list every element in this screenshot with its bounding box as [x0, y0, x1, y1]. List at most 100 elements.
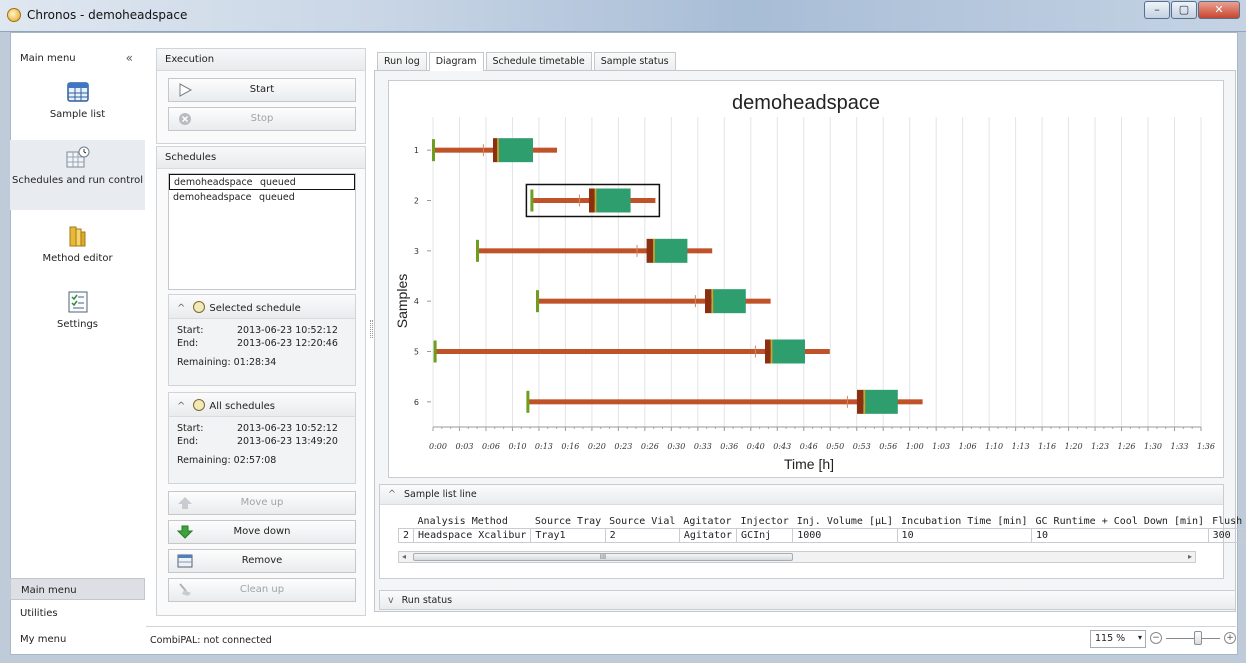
nav-item-sample-list[interactable]: Sample list [10, 80, 145, 132]
column-header[interactable]: Inj. Volume [µL] [793, 515, 897, 529]
table-row[interactable]: 2 Headspace Xcalibur Tray1 2 Agitator GC… [397, 528, 1246, 543]
collapse-icon[interactable]: « [126, 51, 133, 65]
column-header[interactable]: Injector [737, 515, 793, 529]
incubation-bar [653, 238, 688, 263]
execution-header: Execution [157, 49, 365, 71]
zoom-out-icon[interactable]: − [1150, 632, 1162, 644]
table-cell[interactable]: 300 [1207, 528, 1246, 543]
schedule-status: queued [260, 177, 296, 188]
scroll-right-icon[interactable]: ▸ [1188, 552, 1192, 561]
schedule-row[interactable]: demoheadspace queued [169, 190, 355, 206]
y-tick-label: 6 [414, 398, 419, 407]
x-tick-label: 0:30 [667, 442, 685, 451]
column-header[interactable] [399, 515, 414, 529]
scroll-left-icon[interactable]: ◂ [402, 552, 406, 561]
table-cell[interactable]: GCInj [736, 528, 794, 543]
panel-splitter[interactable] [370, 320, 373, 338]
column-header[interactable]: Incubation Time [min] [897, 515, 1031, 529]
table-cell[interactable]: Headspace Xcalibur [413, 528, 532, 543]
maximize-button[interactable]: ▢ [1171, 1, 1197, 19]
nav-item-label: Schedules and run control [12, 175, 143, 186]
table-cell[interactable]: Agitator [678, 528, 738, 543]
title-bar: Chronos - demoheadspace – ▢ ✕ [0, 0, 1246, 32]
schedule-status: queued [259, 192, 295, 203]
tab-run-log[interactable]: Run log [377, 52, 427, 70]
column-header[interactable]: Analysis Method [414, 515, 531, 529]
nav-main-menu[interactable]: Main menu [10, 578, 145, 600]
column-header[interactable]: Agitator [679, 515, 736, 529]
zoom-select[interactable]: 115 % ▾ [1090, 630, 1146, 648]
all-end: 2013-06-23 13:49:20 [237, 436, 338, 447]
sample-table[interactable]: Analysis Method Source Tray Source Vial … [397, 515, 1246, 543]
table-cell[interactable]: 2 [604, 528, 680, 543]
minimize-button[interactable]: – [1144, 1, 1170, 19]
nav-my-menu[interactable]: My menu [10, 628, 145, 650]
clean-up-button[interactable]: Clean up [168, 578, 356, 602]
chevron-up-icon[interactable]: ^ [177, 303, 185, 314]
x-tick-label: 1:23 [1091, 442, 1109, 451]
gantt-chart-svg[interactable]: demoheadspace Time [h] Samples 0:00 0:03 0… [389, 81, 1223, 477]
connection-status: CombiPAL: not connected [150, 635, 272, 646]
tab-sample-status[interactable]: Sample status [593, 52, 676, 70]
column-header[interactable]: Flush T [1208, 515, 1246, 529]
table-cell[interactable]: Tray1 [530, 528, 606, 543]
all-schedules-panel: ^ All schedules Start: 2013-06-23 10:52:12… [168, 392, 356, 484]
scroll-thumb[interactable]: III [413, 553, 793, 561]
arrow-up-icon [178, 497, 192, 509]
nav-header-label: Main menu [20, 53, 76, 64]
nav-item-method-editor[interactable]: Method editor [10, 224, 145, 274]
sample-list-line-title: Sample list line [403, 489, 477, 500]
start-button[interactable]: Start [168, 78, 356, 102]
table-cell[interactable]: 1000 [792, 528, 898, 543]
column-header[interactable]: Source Tray [531, 515, 605, 529]
schedule-name: demoheadspace [174, 177, 253, 188]
table-cell[interactable]: 10 [1030, 528, 1209, 543]
move-down-button[interactable]: Move down [168, 520, 356, 544]
stop-button[interactable]: Stop [168, 107, 356, 131]
all-schedules-header[interactable]: ^ All schedules [169, 393, 355, 417]
zoom-slider-thumb[interactable] [1194, 631, 1202, 645]
nav-item-label: Settings [56, 319, 98, 330]
chevron-up-icon[interactable]: ^ [388, 489, 396, 500]
zoom-in-icon[interactable]: + [1224, 632, 1236, 644]
x-tick-label: 1:33 [1171, 442, 1189, 451]
run-status-panel[interactable]: v Run status [379, 590, 1236, 610]
table-cell[interactable]: 2 [397, 528, 415, 543]
agitator-marker [705, 289, 712, 314]
y-tick-label: 2 [414, 197, 419, 206]
agitator-marker [646, 238, 653, 263]
selected-schedule-title: Selected schedule [209, 303, 301, 314]
selected-schedule-panel: ^ Selected schedule Start: 2013-06-23 10:5… [168, 294, 356, 386]
tab-diagram[interactable]: Diagram [428, 52, 484, 71]
sample-list-line-header[interactable]: ^ Sample list line [380, 485, 1223, 505]
nav-item-settings[interactable]: Settings [10, 290, 145, 334]
remove-button[interactable]: Remove [168, 549, 356, 573]
nav-item-label: Sample list [49, 109, 106, 120]
nav-utilities[interactable]: Utilities [10, 602, 145, 624]
y-tick-label: 1 [414, 146, 419, 155]
selected-schedule-header[interactable]: ^ Selected schedule [169, 295, 355, 319]
close-button[interactable]: ✕ [1198, 1, 1240, 19]
x-tick-label: 1:30 [1144, 442, 1162, 451]
x-tick-label: 0:06 [482, 442, 500, 451]
x-tick-label: 0:53 [853, 442, 871, 451]
chevron-down-icon[interactable]: v [388, 595, 394, 606]
chevron-down-icon[interactable]: ▾ [1138, 633, 1142, 642]
move-up-button[interactable]: Move up [168, 491, 356, 515]
horizontal-scrollbar[interactable]: ◂ III ▸ [398, 551, 1196, 563]
schedule-row[interactable]: demoheadspace queued [169, 174, 355, 190]
chevron-up-icon[interactable]: ^ [177, 401, 185, 412]
arrow-down-icon [177, 525, 193, 539]
schedules-list[interactable]: demoheadspace queued demoheadspace queue… [168, 173, 356, 290]
calendar-clock-icon [66, 146, 89, 168]
zoom-slider-track[interactable] [1166, 638, 1220, 639]
column-header[interactable]: GC Runtime + Cool Down [min] [1031, 515, 1208, 529]
x-tick-label: 0:46 [800, 442, 818, 451]
chart-y-axis-label: Samples [394, 274, 410, 328]
column-header[interactable]: Source Vial [605, 515, 679, 529]
x-tick-label: 0:00 [429, 442, 447, 451]
table-cell[interactable]: 10 [896, 528, 1032, 543]
x-tick-label: 1:10 [985, 442, 1003, 451]
nav-item-schedules[interactable]: Schedules and run control [10, 140, 145, 210]
tab-schedule-timetable[interactable]: Schedule timetable [485, 52, 592, 70]
